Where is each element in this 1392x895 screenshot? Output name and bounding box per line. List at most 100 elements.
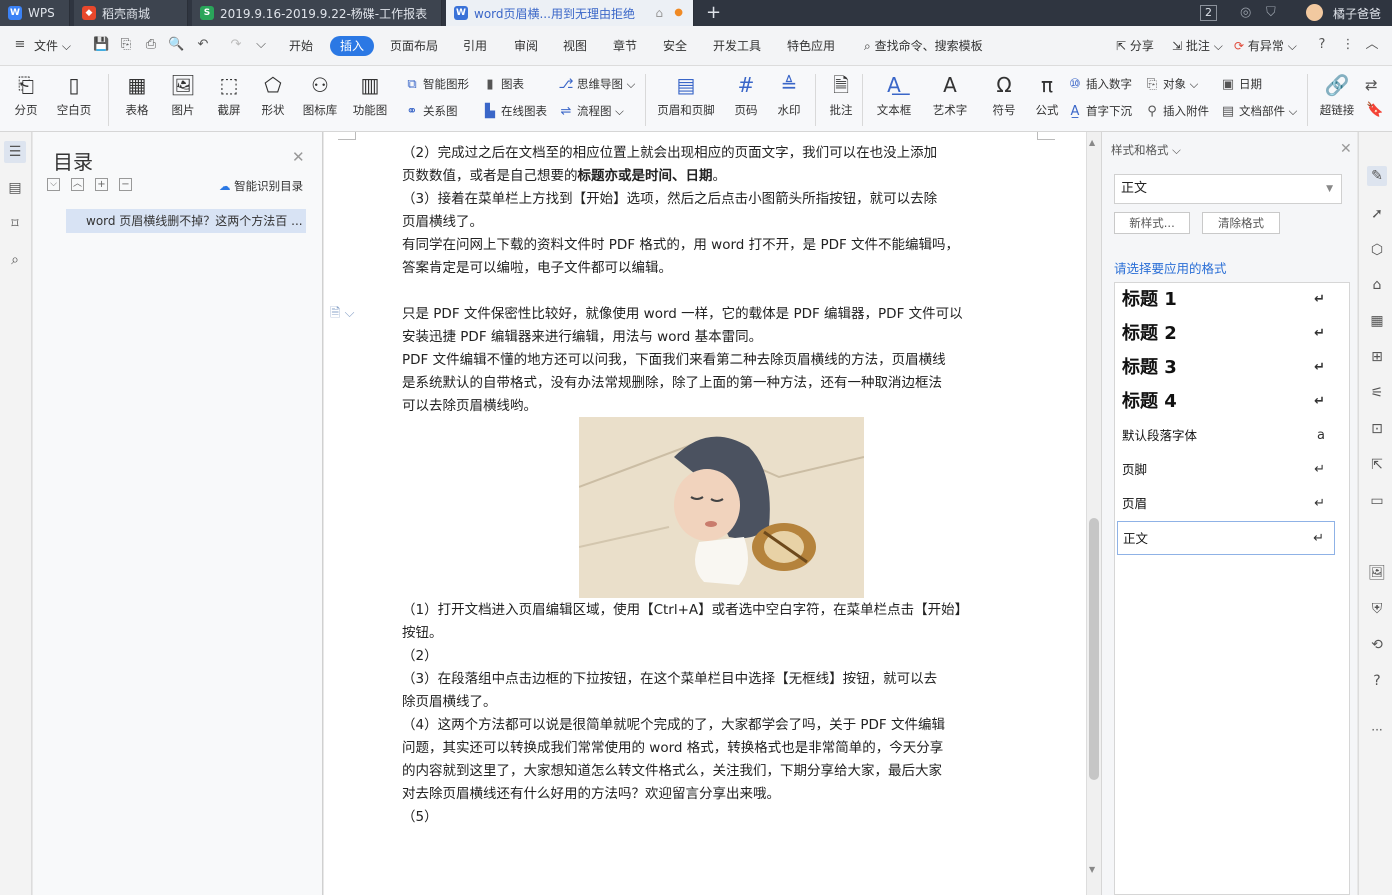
avatar[interactable] (1306, 4, 1323, 21)
style-brush-icon[interactable]: ✎ (1367, 166, 1387, 186)
close-icon[interactable]: ✕ (292, 148, 305, 166)
tab-daoke[interactable]: ◆ 稻壳商城 (74, 0, 188, 26)
relation-chart-button[interactable]: ⚭ 关系图 (404, 100, 458, 122)
share-button[interactable]: ⇱ 分享 (1110, 36, 1160, 56)
table-tool-icon[interactable]: ▦ (1367, 311, 1387, 331)
page-break-button[interactable]: ⎗ 分页 (3, 72, 49, 128)
collapse-all-icon[interactable]: ⌵ (47, 178, 60, 191)
hamburger-icon[interactable]: ≡ (12, 37, 28, 53)
pin-icon[interactable]: ⌂ (655, 6, 663, 20)
smart-toc-button[interactable]: ☁ 智能识别目录 (219, 178, 303, 194)
toc-entry[interactable]: word 页眉横线删不掉？这两个方法百 ... (66, 209, 306, 233)
select-icon[interactable]: ➚ (1367, 204, 1387, 224)
export-icon[interactable]: ⎘ (118, 37, 134, 53)
style-item[interactable]: 标题 4 ↵ (1117, 385, 1335, 419)
function-chart-button[interactable]: ▥ 功能图 (347, 72, 393, 128)
drop-cap-button[interactable]: A̲ 首字下沉 (1067, 100, 1132, 122)
history-icon[interactable]: ⟲ (1367, 635, 1387, 655)
collapse-ribbon-icon[interactable]: ︿ (1364, 37, 1380, 53)
word-art-button[interactable]: A 艺术字 (924, 72, 976, 128)
style-item[interactable]: 标题 3 ↵ (1117, 351, 1335, 385)
clear-format-button[interactable]: 清除格式 (1202, 212, 1280, 234)
watermark-button[interactable]: ≜ 水印 (766, 72, 812, 128)
table-button[interactable]: ▦ 表格 (114, 72, 160, 128)
property-icon[interactable]: ⌂ (1367, 275, 1387, 295)
chapter-icon[interactable]: ▤ (4, 177, 26, 199)
new-tab-icon[interactable]: + (706, 2, 721, 23)
print-icon[interactable]: ⎙ (143, 37, 159, 53)
remove-level-icon[interactable]: − (119, 178, 132, 191)
redo-icon[interactable]: ↷ (228, 37, 244, 53)
chart-button[interactable]: ▮ 图表 (482, 73, 524, 95)
vertical-scrollbar[interactable]: ▲ ▼ (1086, 132, 1101, 895)
shape-button[interactable]: ⬠ 形状 (250, 72, 296, 128)
preview-icon[interactable]: 🔍 (168, 37, 184, 53)
screenshot-button[interactable]: ⬚ 截屏 (206, 72, 252, 128)
skin-icon[interactable]: ◎ (1240, 5, 1251, 20)
tab-spreadsheet[interactable]: S 2019.9.16-2019.9.22-杨碟-工作报表 (192, 0, 442, 26)
doc-parts-button[interactable]: ▤ 文档部件 ⌵ (1220, 100, 1298, 122)
menu-dev-tools[interactable]: 开发工具 (707, 36, 767, 56)
smart-shape-button[interactable]: ⧉ 智能图形 (404, 73, 469, 95)
hyperlink-button[interactable]: 🔗 超链接 (1313, 72, 1361, 128)
toc-icon[interactable]: ☰ (4, 141, 26, 163)
style-item[interactable]: 默认段落字体 a (1117, 419, 1335, 453)
shapes-icon[interactable]: ⬡ (1367, 240, 1387, 260)
help-circle-icon[interactable]: ? (1367, 671, 1387, 691)
more-tools-icon[interactable]: ··· (1367, 720, 1387, 740)
menu-security[interactable]: 安全 (657, 36, 693, 56)
menu-review[interactable]: 审阅 (508, 36, 544, 56)
embedded-image[interactable] (579, 417, 864, 598)
page-number-button[interactable]: # 页码 (723, 72, 769, 128)
blank-page-button[interactable]: ▯ 空白页 (51, 72, 97, 128)
image-tool-icon[interactable]: ⊡ (1367, 419, 1387, 439)
bookmark-icon[interactable]: 🔖 (1366, 102, 1383, 118)
icon-library-button[interactable]: ⚇ 图标库 (297, 72, 343, 128)
picture-button[interactable]: 🖼 图片 (160, 72, 206, 128)
archive-icon[interactable]: ▭ (1367, 491, 1387, 511)
style-item[interactable]: 标题 1 ↵ (1117, 283, 1335, 317)
menu-chapter[interactable]: 章节 (607, 36, 643, 56)
command-search[interactable]: ⌕ 查找命令、搜索模板 (858, 36, 989, 56)
menu-special[interactable]: 特色应用 (781, 36, 841, 56)
adjust-icon[interactable]: ⚟ (1367, 383, 1387, 403)
help-icon[interactable]: ? (1314, 37, 1330, 53)
menu-view[interactable]: 视图 (557, 36, 593, 56)
current-style-select[interactable]: 正文 ▼ (1114, 174, 1342, 204)
customize-icon[interactable]: ⌵ (253, 37, 269, 53)
scroll-thumb[interactable] (1089, 518, 1099, 780)
header-footer-button[interactable]: ▤ 页眉和页脚 (653, 72, 719, 128)
online-chart-button[interactable]: ▙ 在线图表 (482, 100, 547, 122)
styles-panel-header[interactable]: 样式和格式 ⌵ (1111, 142, 1181, 158)
find-icon[interactable]: ⌕ (4, 249, 26, 271)
scroll-up-icon[interactable]: ▲ (1089, 138, 1095, 147)
style-item[interactable]: 页脚 ↵ (1117, 453, 1335, 487)
add-level-icon[interactable]: + (95, 178, 108, 191)
window-count-badge[interactable]: 2 (1200, 5, 1217, 21)
document-page[interactable]: 🗎 ⌵ （2）完成过之后在文档至的相应位置上就会出现相应的页面文字，我们可以在也… (324, 132, 1086, 895)
mindmap-button[interactable]: ⎇ 思维导图 ⌵ (558, 73, 636, 95)
anomaly-button[interactable]: ⟳ 有异常 ⌵ (1228, 36, 1303, 56)
undo-icon[interactable]: ↶ (195, 37, 211, 53)
share-tool-icon[interactable]: ⇱ (1367, 455, 1387, 475)
tab-document[interactable]: W word页眉横...用到无理由拒绝 ⌂ ● (446, 0, 694, 26)
menu-layout[interactable]: 页面布局 (384, 36, 444, 56)
user-name[interactable]: 橘子爸爸 (1333, 5, 1381, 22)
insert-number-button[interactable]: ⑩ 插入数字 (1067, 73, 1132, 95)
picture-tool-icon[interactable]: 🖼 (1367, 563, 1387, 583)
date-button[interactable]: ▣ 日期 (1220, 73, 1262, 95)
save-icon[interactable]: 💾 (93, 37, 109, 53)
flowchart-button[interactable]: ⇌ 流程图 ⌵ (558, 100, 624, 122)
more-icon[interactable]: ⋮ (1340, 37, 1356, 53)
close-icon[interactable]: ✕ (1340, 141, 1352, 157)
cross-reference-icon[interactable]: ⇄ (1365, 76, 1378, 94)
file-menu[interactable]: 文件 ⌵ (28, 36, 77, 56)
textbox-button[interactable]: A͟ 文本框 (868, 72, 920, 128)
style-item[interactable]: 正文 ↵ (1117, 521, 1335, 555)
shirt-icon[interactable]: ⛉ (1266, 5, 1276, 20)
style-item[interactable]: 标题 2 ↵ (1117, 317, 1335, 351)
object-button[interactable]: ⎘ 对象 ⌵ (1144, 73, 1199, 95)
menu-insert[interactable]: 插入 (330, 36, 375, 56)
grid-icon[interactable]: ⊞ (1367, 347, 1387, 367)
expand-up-icon[interactable]: ︿ (71, 178, 84, 191)
